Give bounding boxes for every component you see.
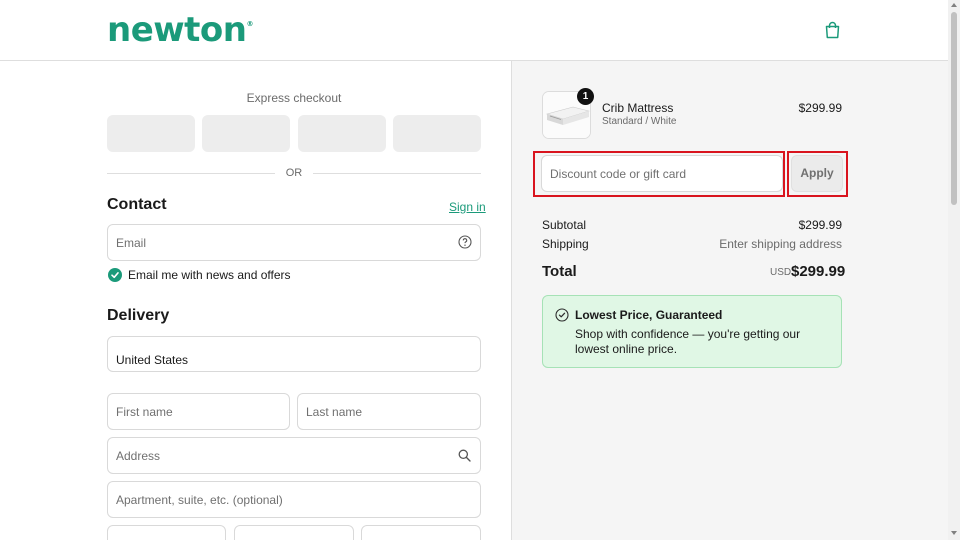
divider-line-left [107,173,275,174]
email-field[interactable]: Email [107,224,481,261]
product-name: Crib Mattress [602,101,674,115]
total-value: $299.99 [791,263,846,280]
shipping-value: Enter shipping address [719,237,842,251]
scroll-up-arrow[interactable] [951,3,957,7]
product-price: $299.99 [798,101,842,115]
apartment-field[interactable]: Apartment, suite, etc. (optional) [107,481,481,518]
contact-heading: Contact [107,196,167,213]
express-pay-button-1[interactable] [107,115,195,152]
question-circle-icon[interactable] [458,235,472,249]
country-value: United States [116,353,189,367]
discount-code-input[interactable]: Discount code or gift card [541,155,783,192]
discount-placeholder: Discount code or gift card [550,167,687,181]
address-field[interactable]: Address [107,437,481,474]
scroll-down-arrow[interactable] [951,531,957,535]
marketing-checkbox[interactable] [108,268,122,282]
divider-line-right [313,173,481,174]
promo-title: Lowest Price, Guaranteed [575,308,723,322]
divider-or: OR [285,167,303,179]
first-name-placeholder: First name [116,405,173,419]
checkmark-icon [111,272,119,279]
site-header: newton® [0,0,948,61]
zip-field[interactable] [361,525,481,540]
address-placeholder: Address [116,449,161,463]
trademark: ® [246,20,254,28]
scrollbar-thumb[interactable] [951,12,957,205]
country-select[interactable]: United States [107,336,481,372]
brand-logo[interactable]: newton® [107,10,253,50]
first-name-field[interactable]: First name [107,393,290,430]
apply-discount-button[interactable]: Apply [791,155,843,192]
search-icon [458,449,471,462]
shopping-bag-icon[interactable] [824,21,841,39]
express-pay-button-3[interactable] [298,115,386,152]
promo-body: Shop with confidence — you're getting ou… [575,327,801,356]
subtotal-label: Subtotal [542,218,587,232]
last-name-placeholder: Last name [306,405,363,419]
check-circle-icon [555,308,569,322]
shipping-label: Shipping [542,237,589,251]
apartment-placeholder: Apartment, suite, etc. (optional) [116,493,283,507]
state-field[interactable] [234,525,354,540]
delivery-heading: Delivery [107,307,170,324]
brand-name: newton [107,10,247,50]
express-pay-button-2[interactable] [202,115,290,152]
city-field[interactable] [107,525,226,540]
total-currency: USD [770,267,792,278]
email-placeholder: Email [116,236,147,250]
total-label: Total [542,263,577,280]
product-variant: Standard / White [602,116,677,127]
subtotal-value: $299.99 [798,218,842,232]
quantity-badge: 1 [577,88,594,105]
last-name-field[interactable]: Last name [297,393,481,430]
express-pay-button-4[interactable] [393,115,481,152]
express-checkout-title: Express checkout [246,91,342,105]
marketing-label: Email me with news and offers [128,268,291,282]
sign-in-link[interactable]: Sign in [449,200,486,214]
